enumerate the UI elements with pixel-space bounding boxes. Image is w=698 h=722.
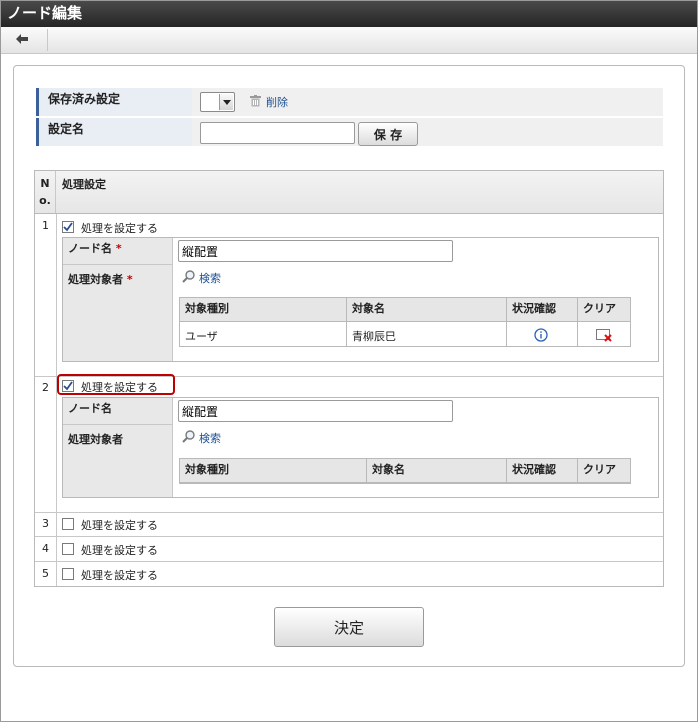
row-3-checkbox[interactable] <box>62 518 74 530</box>
row-number: 3 <box>42 517 49 530</box>
row-2-checkbox-label: 処理を設定する <box>81 381 158 394</box>
saved-settings-label: 保存済み設定 <box>36 88 192 116</box>
window-title: ノード編集 <box>1 1 697 27</box>
row-number: 4 <box>42 542 49 555</box>
back-button[interactable] <box>10 29 48 51</box>
trash-icon <box>250 94 261 110</box>
row-5-checkbox-label: 処理を設定する <box>81 569 158 582</box>
header-no: N o. <box>39 177 51 207</box>
col-clear: クリア <box>583 463 616 476</box>
search-icon <box>182 270 195 286</box>
node-name-label: ノード名 * <box>63 238 173 265</box>
process-table: N o. 処理設定 1 処理を設定する ノード名 * 処理対象者 * 検索 <box>34 170 664 587</box>
col-target-name: 対象名 <box>372 463 405 476</box>
search-label: 検索 <box>199 432 221 445</box>
row-4-checkbox-label: 処理を設定する <box>81 544 158 557</box>
row-number: 2 <box>42 381 49 394</box>
col-status: 状況確認 <box>512 463 556 476</box>
info-icon[interactable] <box>534 328 548 345</box>
main-panel: 保存済み設定 削除 設定名 保 存 N o. 処理設定 1 処理を設定する ノー… <box>13 65 685 667</box>
row-1-settings: ノード名 * 処理対象者 * 検索 対象種別 対象名 状況確認 クリア ユーザ <box>62 237 659 362</box>
setting-name-label: 設定名 <box>36 118 192 146</box>
setting-name-input[interactable] <box>200 122 355 144</box>
node-name-input[interactable] <box>178 400 453 422</box>
app-window: ノード編集 保存済み設定 削除 設定名 保 存 N o. 処理設定 1 処理を設… <box>0 0 698 722</box>
search-link[interactable]: 検索 <box>182 430 221 446</box>
decide-button[interactable]: 決定 <box>274 607 424 647</box>
saved-settings-select[interactable] <box>200 92 235 112</box>
target-type-value: ユーザ <box>185 330 218 343</box>
target-name-value: 青柳辰巳 <box>352 330 396 343</box>
back-arrow-icon <box>14 33 30 48</box>
row-number: 5 <box>42 567 49 580</box>
row-number: 1 <box>42 219 49 232</box>
delete-link[interactable]: 削除 <box>250 94 288 110</box>
save-button[interactable]: 保 存 <box>358 122 418 146</box>
target-label: 処理対象者 * <box>63 265 173 361</box>
clear-icon[interactable] <box>596 329 613 345</box>
header-title: 処理設定 <box>62 178 106 191</box>
col-target-type: 対象種別 <box>185 302 229 315</box>
row-2-settings: ノード名 処理対象者 検索 対象種別 対象名 状況確認 クリア <box>62 397 659 498</box>
target-subtable: 対象種別 対象名 状況確認 クリア <box>179 458 631 484</box>
row-4-checkbox[interactable] <box>62 543 74 555</box>
search-icon <box>182 430 195 446</box>
target-label: 処理対象者 <box>63 425 173 497</box>
setting-name-row: 設定名 保 存 <box>36 118 663 146</box>
delete-label: 削除 <box>266 96 288 109</box>
row-1-checkbox[interactable] <box>62 221 74 233</box>
search-label: 検索 <box>199 272 221 285</box>
chevron-down-icon <box>219 94 233 110</box>
row-3-checkbox-label: 処理を設定する <box>81 519 158 532</box>
node-name-label: ノード名 <box>63 398 173 425</box>
col-target-name: 対象名 <box>352 302 385 315</box>
table-header: N o. 処理設定 <box>35 171 663 214</box>
target-subtable: 対象種別 対象名 状況確認 クリア ユーザ 青柳辰巳 <box>179 297 631 347</box>
saved-settings-row: 保存済み設定 削除 <box>36 88 663 116</box>
col-clear: クリア <box>583 302 616 315</box>
row-2-checkbox[interactable] <box>62 380 74 392</box>
row-5-checkbox[interactable] <box>62 568 74 580</box>
toolbar <box>1 27 697 54</box>
node-name-input[interactable] <box>178 240 453 262</box>
row-1-checkbox-label: 処理を設定する <box>81 222 158 235</box>
col-status: 状況確認 <box>512 302 556 315</box>
search-link[interactable]: 検索 <box>182 270 221 286</box>
col-target-type: 対象種別 <box>185 463 229 476</box>
